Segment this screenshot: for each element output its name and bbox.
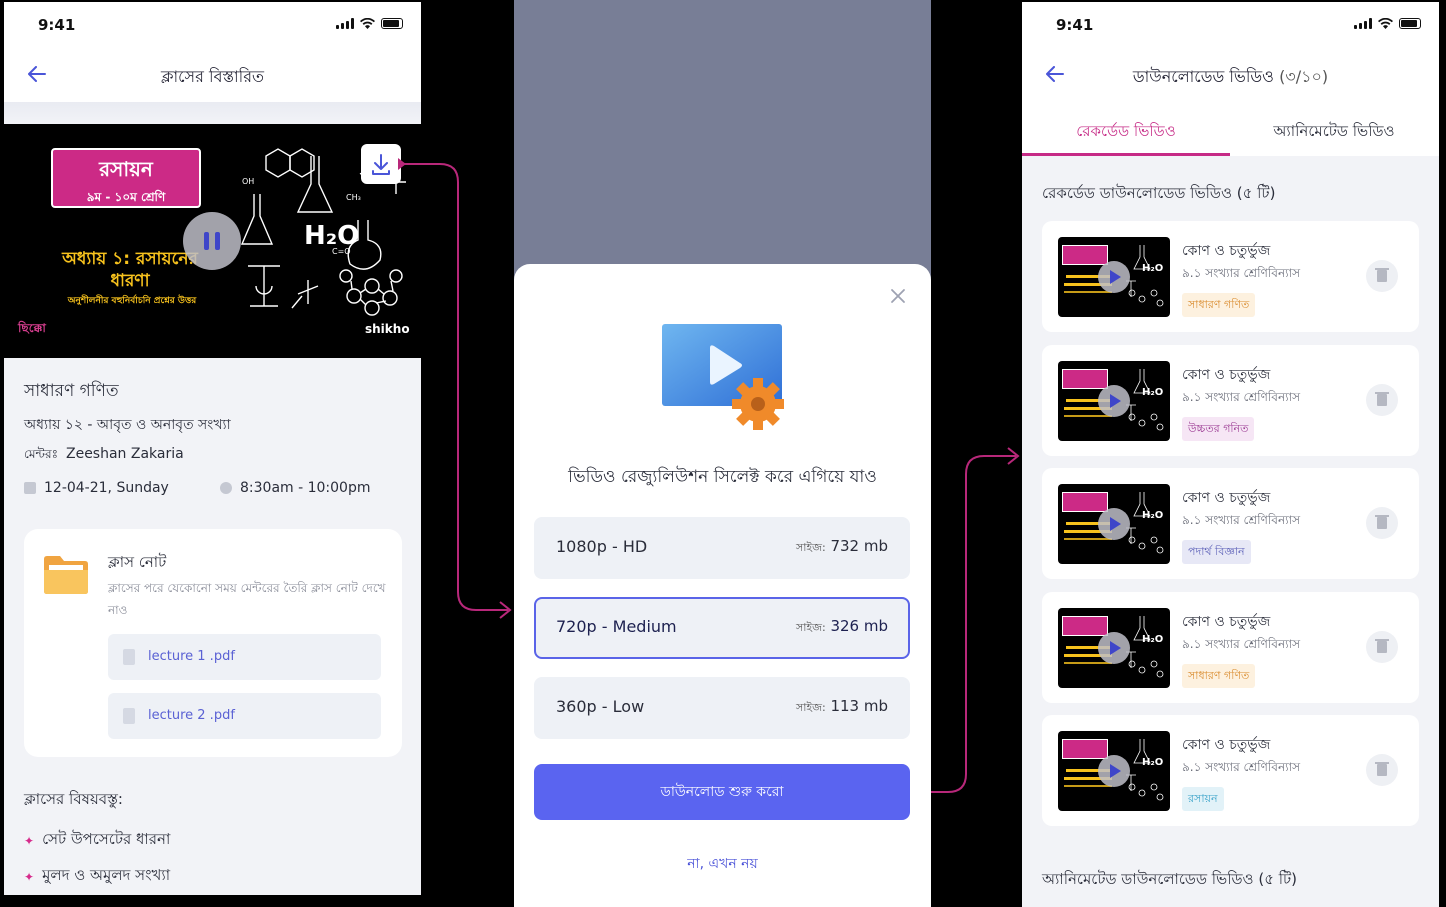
not-now-link[interactable]: না, এখন নয় xyxy=(514,852,931,876)
video-subtitle: ৯.১ সংখ্যার শ্রেণিবিন্যাস xyxy=(1182,760,1300,774)
battery-icon xyxy=(1399,18,1421,29)
video-subtitle: ৯.১ সংখ্যার শ্রেণিবিন্যাস xyxy=(1182,390,1300,404)
recorded-section-title: রেকর্ডেড ডাউনলোডেড ভিডিও (৫ টি) xyxy=(1042,184,1276,202)
video-title: কোণ ও চতুর্ভুজ xyxy=(1182,614,1271,630)
size-label: সাইজ: xyxy=(795,621,826,634)
play-icon[interactable] xyxy=(1098,385,1130,417)
signal-icon xyxy=(1354,18,1372,29)
video-card[interactable]: H₂O কোণ ও চতুর্ভুজ ৯.১ সংখ্যার শ্রেণিবিন্য… xyxy=(1042,468,1419,579)
subject-tag: সাধারণ গণিত xyxy=(1182,664,1256,688)
size-value: 326 mb xyxy=(830,617,888,635)
trash-icon xyxy=(1377,517,1387,529)
resolution-label: 360p - Low xyxy=(556,697,645,716)
size-label: সাইজ: xyxy=(795,541,826,554)
size-value: 732 mb xyxy=(830,537,888,555)
tab-animated[interactable]: অ্যানিমেটেড ভিডিও xyxy=(1230,120,1438,145)
trash-icon xyxy=(1377,394,1387,406)
size-label: সাইজ: xyxy=(795,701,826,714)
page-title: ডাউনলোডেড ভিডিও (৩/১০) xyxy=(1022,64,1439,91)
subject-tag: রসায়ন xyxy=(1182,787,1224,811)
close-icon[interactable] xyxy=(890,288,906,304)
resolution-size: সাইজ: 732 mb xyxy=(796,537,888,558)
video-subtitle: ৯.১ সংখ্যার শ্রেণিবিন্যাস xyxy=(1182,513,1300,527)
resolution-label: 1080p - HD xyxy=(556,537,648,556)
play-icon[interactable] xyxy=(1098,261,1130,293)
delete-button[interactable] xyxy=(1366,260,1398,292)
thumb-text-line xyxy=(1064,291,1112,293)
thumb-text-line xyxy=(1064,415,1112,417)
thumb-badge xyxy=(1062,245,1108,265)
video-card[interactable]: H₂O কোণ ও চতুর্ভুজ ৯.১ সংখ্যার শ্রেণিবিন্য… xyxy=(1042,592,1419,703)
resolution-option-1080p[interactable]: 1080p - HD সাইজ: 732 mb xyxy=(534,517,910,579)
video-thumbnail[interactable]: H₂O xyxy=(1058,608,1170,688)
resolution-option-720p[interactable]: 720p - Medium সাইজ: 326 mb xyxy=(534,597,910,659)
resolution-modal: ভিডিও রেজ্যুলিউশন সিলেক্ট করে এগিয়ে যাও… xyxy=(514,264,931,907)
start-download-button[interactable]: ডাউনলোড শুরু করো xyxy=(534,764,910,820)
thumb-formula: H₂O xyxy=(1142,387,1164,398)
thumb-text-line xyxy=(1064,662,1112,664)
delete-button[interactable] xyxy=(1366,507,1398,539)
video-title: কোণ ও চতুর্ভুজ xyxy=(1182,243,1271,259)
page-title-count: (৩/১০) xyxy=(1279,67,1329,86)
play-icon[interactable] xyxy=(1098,755,1130,787)
thumb-badge xyxy=(1062,369,1108,389)
resolution-size: সাইজ: 113 mb xyxy=(796,697,888,718)
subject-tag: পদার্থ বিজ্ঞান xyxy=(1182,540,1251,564)
video-thumbnail[interactable]: H₂O xyxy=(1058,361,1170,441)
video-title: কোণ ও চতুর্ভুজ xyxy=(1182,737,1271,753)
video-thumbnail[interactable]: H₂O xyxy=(1058,237,1170,317)
status-bar: 9:41 xyxy=(1022,2,1439,46)
video-thumbnail[interactable]: H₂O xyxy=(1058,484,1170,564)
page-header: ডাউনলোডেড ভিডিও (৩/১০) xyxy=(1022,46,1439,102)
page-title-text: ডাউনলোডেড ভিডিও xyxy=(1132,67,1274,86)
thumb-text-line xyxy=(1064,785,1112,787)
thumb-badge xyxy=(1062,616,1108,636)
video-subtitle: ৯.১ সংখ্যার শ্রেণিবিন্যাস xyxy=(1182,637,1300,651)
thumb-formula: H₂O xyxy=(1142,263,1164,274)
video-title: কোণ ও চতুর্ভুজ xyxy=(1182,490,1271,506)
trash-icon xyxy=(1377,641,1387,653)
play-icon[interactable] xyxy=(1098,632,1130,664)
downloaded-videos-screen: 9:41 ডাউনলোডেড ভিডিও (৩/১০) রেকর্ডেড ভিড… xyxy=(1022,2,1439,907)
video-settings-icon xyxy=(662,324,784,430)
play-icon[interactable] xyxy=(1098,508,1130,540)
wifi-icon xyxy=(1378,18,1393,29)
thumb-formula: H₂O xyxy=(1142,634,1164,645)
active-tab-indicator xyxy=(1022,153,1230,156)
modal-title: ভিডিও রেজ্যুলিউশন সিলেক্ট করে এগিয়ে যাও xyxy=(568,467,877,487)
video-card[interactable]: H₂O কোণ ও চতুর্ভুজ ৯.১ সংখ্যার শ্রেণিবিন্য… xyxy=(1042,221,1419,332)
video-title: কোণ ও চতুর্ভুজ xyxy=(1182,367,1271,383)
delete-button[interactable] xyxy=(1366,631,1398,663)
delete-button[interactable] xyxy=(1366,754,1398,786)
flow-arrow-1 xyxy=(404,163,508,611)
thumb-badge xyxy=(1062,492,1108,512)
thumb-text-line xyxy=(1064,538,1112,540)
video-card[interactable]: H₂O কোণ ও চতুর্ভুজ ৯.১ সংখ্যার শ্রেণিবিন্য… xyxy=(1042,345,1419,456)
trash-icon xyxy=(1377,764,1387,776)
subject-tag: উচ্চতর গনিত xyxy=(1182,417,1255,441)
resolution-option-360p[interactable]: 360p - Low সাইজ: 113 mb xyxy=(534,677,910,739)
video-card[interactable]: H₂O কোণ ও চতুর্ভুজ ৯.১ সংখ্যার শ্রেণিবিন্য… xyxy=(1042,715,1419,826)
thumb-formula: H₂O xyxy=(1142,757,1164,768)
trash-icon xyxy=(1377,270,1387,282)
thumb-badge xyxy=(1062,739,1108,759)
tab-bar: রেকর্ডেড ভিডিও অ্যানিমেটেড ভিডিও xyxy=(1022,102,1439,156)
resolution-select-screen: ভিডিও রেজ্যুলিউশন সিলেক্ট করে এগিয়ে যাও… xyxy=(514,0,931,907)
size-value: 113 mb xyxy=(830,697,888,715)
delete-button[interactable] xyxy=(1366,384,1398,416)
animated-section-title: অ্যানিমেটেড ডাউনলোডেড ভিডিও (৫ টি) xyxy=(1042,870,1298,888)
subject-tag: সাধারণ গণিত xyxy=(1182,293,1256,317)
status-time: 9:41 xyxy=(1056,16,1094,34)
status-icons xyxy=(1354,18,1421,29)
tab-recorded[interactable]: রেকর্ডেড ভিডিও xyxy=(1022,120,1230,145)
video-thumbnail[interactable]: H₂O xyxy=(1058,731,1170,811)
thumb-formula: H₂O xyxy=(1142,510,1164,521)
resolution-label: 720p - Medium xyxy=(556,617,677,636)
video-subtitle: ৯.১ সংখ্যার শ্রেণিবিন্যাস xyxy=(1182,266,1300,280)
resolution-size: সাইজ: 326 mb xyxy=(796,617,888,638)
